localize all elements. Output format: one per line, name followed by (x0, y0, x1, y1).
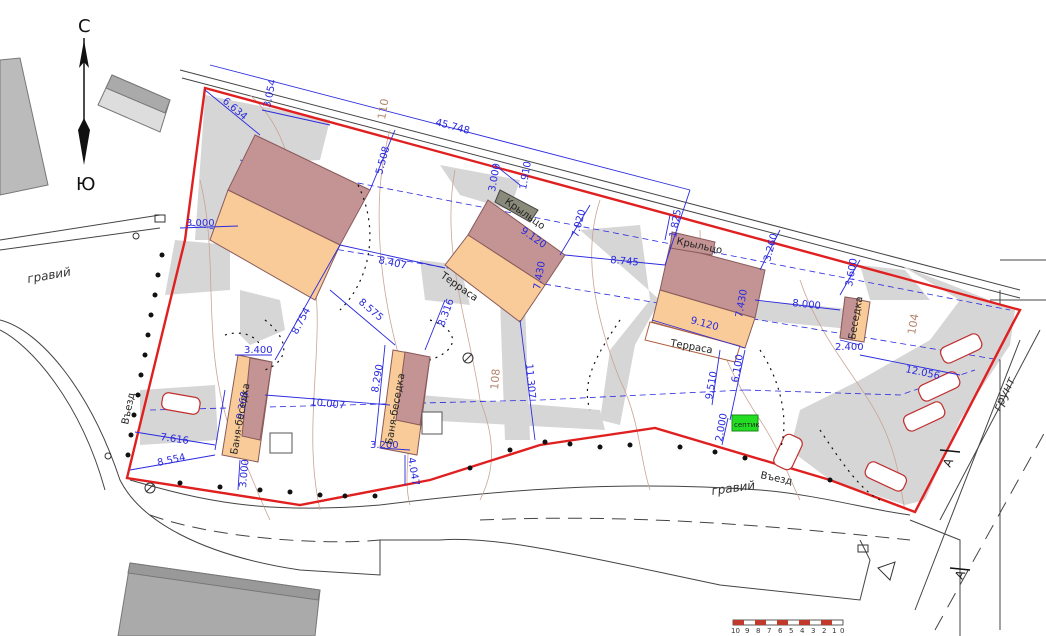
dim-2400: 2.400 (835, 342, 864, 353)
dim-3400: 3.400 (244, 345, 273, 356)
dim-45748: 45.748 (434, 117, 471, 137)
dim-3000c: 3.000 (238, 459, 251, 488)
dim-8290: 8.290 (370, 363, 386, 393)
contour-108: 108 (488, 368, 503, 390)
scale-tick-4: 4 (800, 627, 805, 635)
dim-8554: 8.554 (156, 452, 186, 469)
dim-3000a: 3.000 (186, 218, 215, 229)
dim-9510: 9.510 (704, 370, 720, 400)
section-a-top: А (940, 455, 956, 469)
compass-north-label: С (78, 16, 91, 37)
north-arrow: С Ю (76, 16, 95, 195)
scale-tick-10: 10 (731, 627, 740, 635)
scale-tick-7: 7 (767, 627, 771, 635)
road-ground-right: грунт (990, 374, 1018, 413)
road-gravel-left: гравий (26, 265, 72, 286)
dim-5508: 5.508 (374, 145, 392, 176)
entrance-bottom: Въезд (759, 470, 793, 487)
dim-8745: 8.745 (610, 255, 639, 268)
scale-tick-9: 9 (745, 627, 749, 635)
contour-104: 104 (905, 313, 921, 336)
compass-south-label: Ю (76, 174, 95, 195)
section-marks: А А (939, 449, 971, 581)
scale-tick-6: 6 (778, 627, 783, 635)
scale-tick-2: 2 (822, 627, 826, 635)
dim-10007: 10.007 (310, 397, 346, 412)
label-septic: септик (734, 421, 760, 429)
site-plan: 45.748 6.634 3.054 5.508 3.000 3.000 1.9… (0, 0, 1046, 636)
entrance-left: Въезд (120, 392, 137, 426)
dim-2000: 2.000 (714, 412, 730, 442)
dim-3260: 3.260 (762, 232, 780, 263)
dim-8754: 8.754 (290, 306, 313, 336)
dim-1910: 1.910 (518, 160, 534, 190)
site-plan-drawing: 45.748 6.634 3.054 5.508 3.000 3.000 1.9… (0, 16, 1046, 636)
scale-tick-5: 5 (789, 627, 793, 635)
scale-tick-3: 3 (811, 627, 815, 635)
scale-tick-1: 1 (832, 627, 836, 635)
dim-3054: 3.054 (262, 78, 279, 108)
contour-110: 110 (375, 98, 391, 121)
dim-8575: 8.575 (356, 297, 385, 324)
scale-tick-0: 0 (840, 627, 844, 635)
scale-bar: 10 9 8 7 6 5 4 3 2 1 0 (731, 619, 844, 635)
road-gravel-bottom: гравий (710, 478, 756, 498)
scale-tick-8: 8 (756, 627, 760, 635)
